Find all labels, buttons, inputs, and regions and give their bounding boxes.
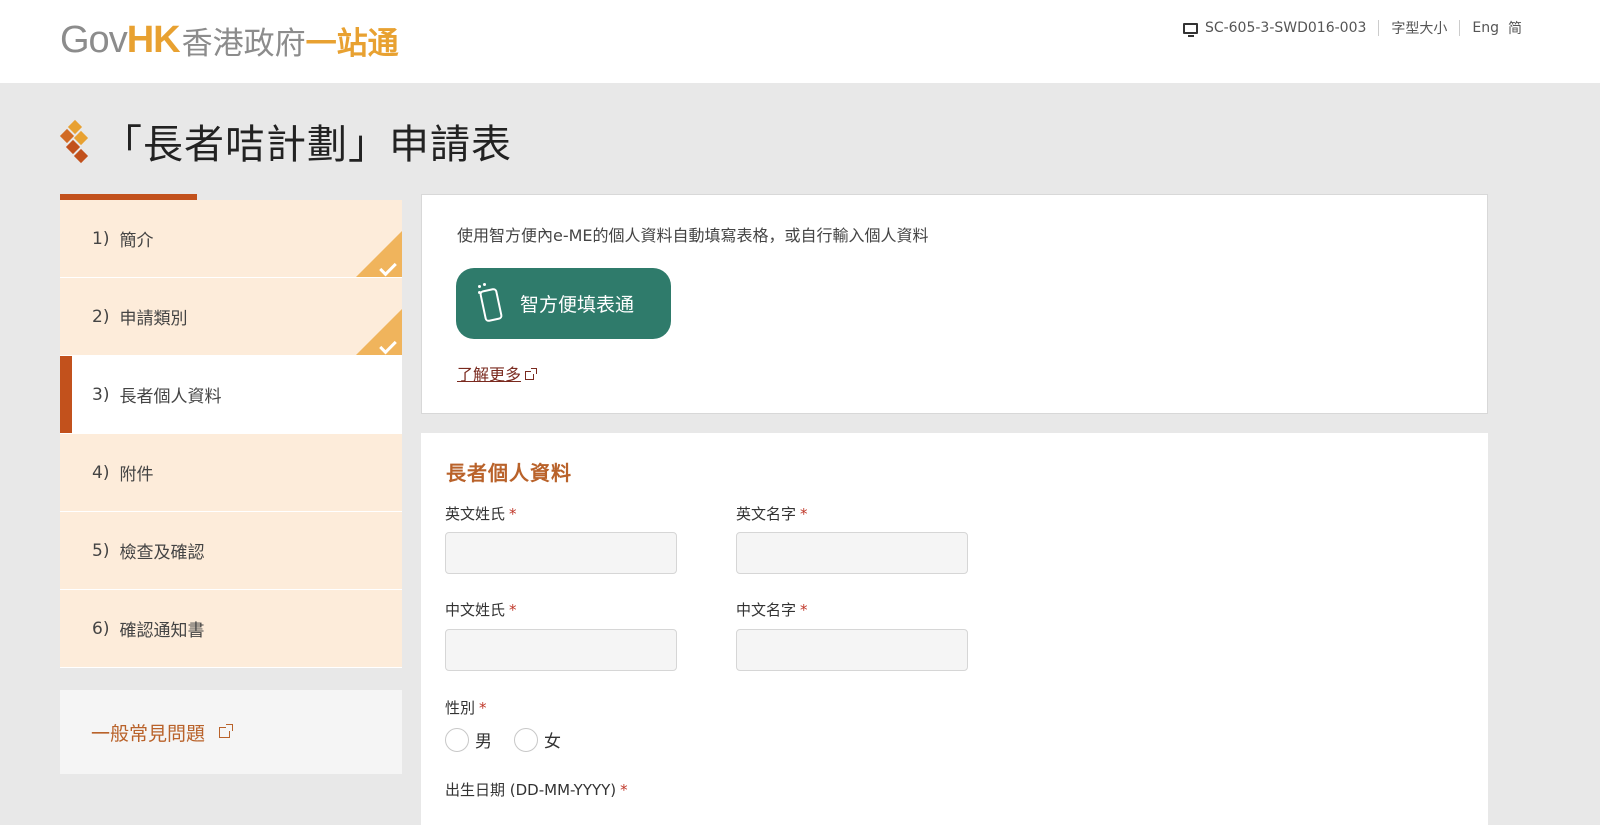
zh-given-name-label: 中文名字 * xyxy=(736,601,808,619)
learn-more-link[interactable]: 了解更多 xyxy=(457,361,538,385)
step-category[interactable]: 2) 申請類別 xyxy=(60,278,402,356)
step-number: 3) xyxy=(92,384,110,405)
logo-gov-text: Gov xyxy=(60,18,128,61)
en-given-name-input[interactable] xyxy=(736,532,968,574)
required-mark: * xyxy=(800,505,808,523)
step-number: 5) xyxy=(92,540,110,561)
logo-hk-text: HK xyxy=(126,18,181,61)
gender-radio-group: 男 女 xyxy=(445,727,583,752)
form-code: SC-605-3-SWD016-003 xyxy=(1204,20,1367,36)
page-title: 「長者咭計劃」申請表 xyxy=(102,122,512,168)
eme-autofill-panel: 使用智方便內e-ME的個人資料自動填寫表格，或自行輸入個人資料 智方便填表通 了… xyxy=(421,194,1488,414)
step-personal-info[interactable]: 3) 長者個人資料 xyxy=(60,356,402,434)
section-title: 長者個人資料 xyxy=(446,461,572,485)
required-mark: * xyxy=(509,601,517,619)
top-links: SC-605-3-SWD016-003 字型大小 Eng 简 xyxy=(1182,18,1522,38)
step-review[interactable]: 5) 檢查及確認 xyxy=(60,512,402,590)
step-number: 1) xyxy=(92,228,110,249)
faq-link[interactable]: 一般常見問題 xyxy=(60,690,402,774)
step-label: 簡介 xyxy=(119,231,154,251)
step-number: 4) xyxy=(92,462,110,483)
iam-smart-button-label: 智方便填表通 xyxy=(520,294,635,316)
external-link-icon xyxy=(525,368,538,380)
step-label: 長者個人資料 xyxy=(119,387,222,407)
en-surname-input[interactable] xyxy=(445,532,677,574)
eme-description: 使用智方便內e-ME的個人資料自動填寫表格，或自行輸入個人資料 xyxy=(457,226,929,245)
step-label: 申請類別 xyxy=(119,309,188,329)
en-given-name-label: 英文名字 * xyxy=(736,505,808,523)
learn-more-label: 了解更多 xyxy=(457,365,522,384)
faq-label: 一般常見問題 xyxy=(91,722,206,745)
step-intro[interactable]: 1) 簡介 xyxy=(60,200,402,278)
lang-simplified-link[interactable]: 简 xyxy=(1508,18,1522,38)
gender-male-label[interactable]: 男 xyxy=(475,727,492,752)
diamond-bullet-icon xyxy=(59,118,90,164)
govhk-logo[interactable]: Gov HK 香港政府 一站通 xyxy=(60,18,399,62)
en-surname-label: 英文姓氏 * xyxy=(445,505,517,523)
step-list: 1) 簡介 2) 申請類別 3) 長者個人資料 4) 附件 5) 檢查及確認 6… xyxy=(60,200,402,668)
monitor-icon xyxy=(1182,22,1198,37)
divider xyxy=(1459,20,1461,36)
step-label: 確認通知書 xyxy=(119,621,205,641)
required-mark: * xyxy=(620,781,628,799)
zh-given-name-input[interactable] xyxy=(736,629,968,671)
required-mark: * xyxy=(800,601,808,619)
step-label: 檢查及確認 xyxy=(119,543,205,563)
logo-zh-text: 香港政府 xyxy=(181,25,306,62)
zh-surname-input[interactable] xyxy=(445,629,677,671)
font-size-link[interactable]: 字型大小 xyxy=(1391,18,1447,38)
personal-info-form: 長者個人資料 英文姓氏 * 英文名字 * 中文姓氏 * 中文名字 * 性別 * 男 女 出… xyxy=(421,433,1488,825)
page-title-row: 「長者咭計劃」申請表 xyxy=(59,112,512,170)
lang-english-link[interactable]: Eng xyxy=(1472,20,1499,36)
step-number: 6) xyxy=(92,618,110,639)
gender-female-label[interactable]: 女 xyxy=(544,727,561,752)
iam-smart-fill-button[interactable]: 智方便填表通 xyxy=(456,268,671,339)
step-attachments[interactable]: 4) 附件 xyxy=(60,434,402,512)
required-mark: * xyxy=(479,699,487,717)
gender-female-radio[interactable] xyxy=(514,727,538,752)
zh-surname-label: 中文姓氏 * xyxy=(445,601,517,619)
dob-label: 出生日期 (DD-MM-YYYY) * xyxy=(445,781,628,799)
external-link-icon xyxy=(219,723,234,738)
gender-label: 性別 * xyxy=(445,699,487,717)
mobile-phone-icon xyxy=(478,282,506,325)
step-number: 2) xyxy=(92,306,110,327)
divider xyxy=(1378,20,1380,36)
step-label: 附件 xyxy=(119,465,154,485)
gender-male-radio[interactable] xyxy=(445,727,469,752)
logo-one-stop-text: 一站通 xyxy=(305,25,399,62)
required-mark: * xyxy=(509,505,517,523)
top-header: Gov HK 香港政府 一站通 SC-605-3-SWD016-003 字型大小… xyxy=(0,0,1600,83)
step-confirmation[interactable]: 6) 確認通知書 xyxy=(60,590,402,668)
